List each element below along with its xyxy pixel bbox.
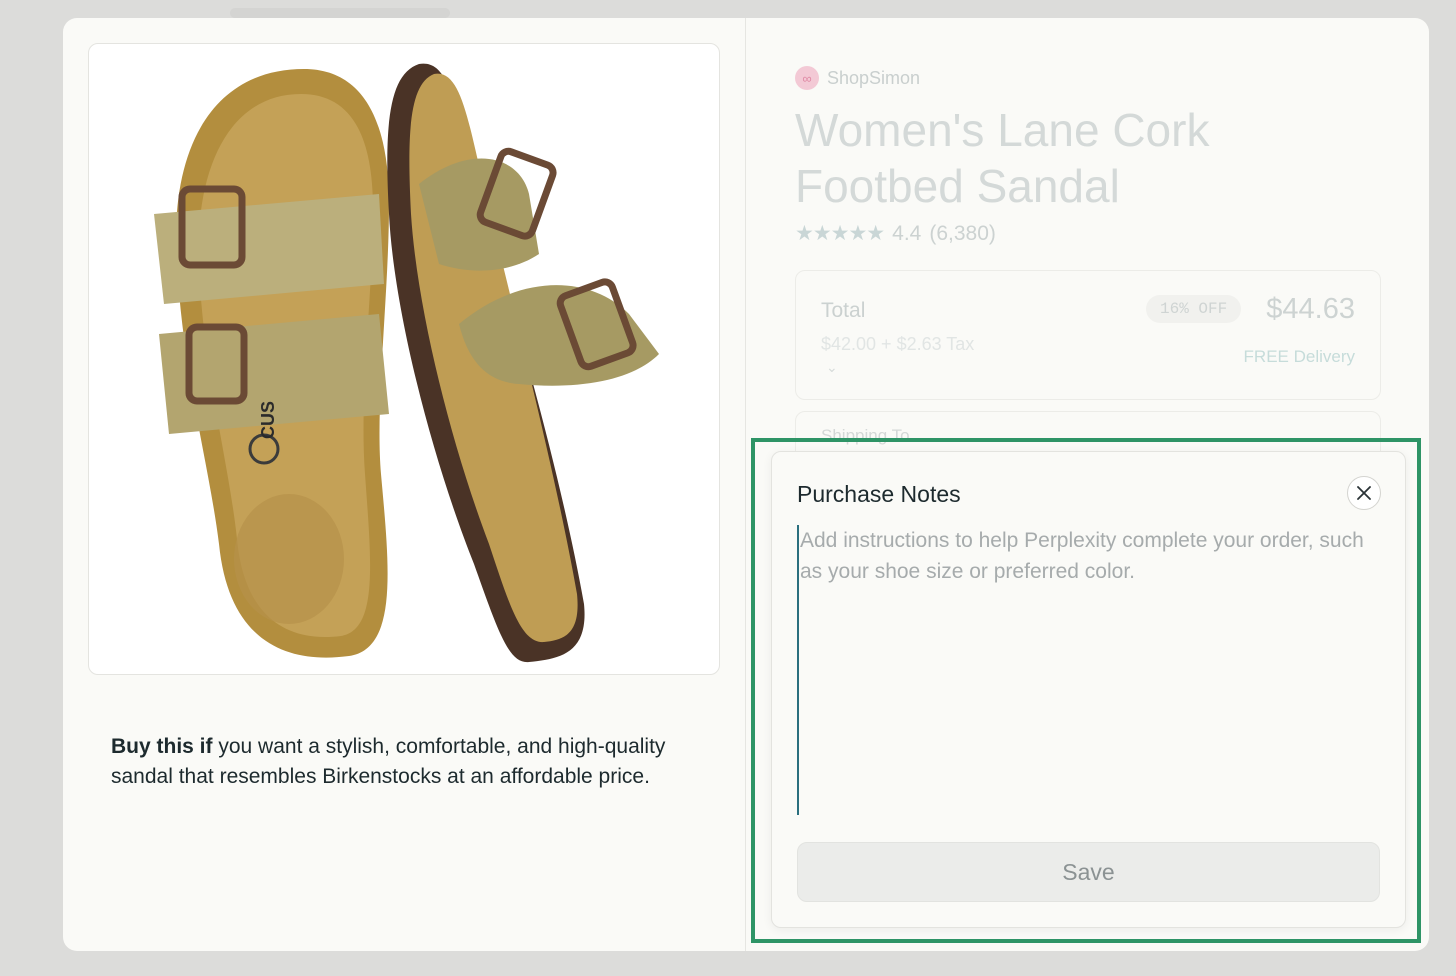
total-summary[interactable]: Total $42.00 + $2.63 Tax ⌄ 16% OFF $44.6… (795, 270, 1381, 400)
discount-badge: 16% OFF (1146, 295, 1242, 323)
total-label: Total (821, 299, 866, 322)
rating-value: 4.4 (892, 221, 922, 245)
chevron-down-icon[interactable]: ⌄ (826, 359, 838, 376)
delivery-info: FREE Delivery (1243, 347, 1355, 366)
retailer[interactable]: ∞ ShopSimon (795, 66, 920, 90)
close-button[interactable] (1347, 476, 1381, 510)
buy-this-if-blurb: Buy this if you want a stylish, comforta… (111, 732, 671, 792)
total-breakdown: $42.00 + $2.63 Tax (821, 334, 975, 354)
close-icon (1357, 486, 1371, 500)
right-sandal (387, 63, 659, 663)
product-rating[interactable]: ★★★★★ 4.4 (6,380) (795, 221, 996, 246)
product-title: Women's Lane Cork Footbed Sandal (795, 104, 1210, 212)
total-price: $44.63 (1266, 293, 1355, 325)
purchase-notes-input[interactable] (797, 525, 1370, 815)
purchase-notes-modal: Purchase Notes Save (771, 451, 1406, 928)
sandal-product-image: CUS (154, 63, 659, 663)
modal-title: Purchase Notes (797, 481, 961, 507)
product-image-frame: CUS (88, 43, 720, 675)
retailer-logo-icon: ∞ (795, 66, 819, 90)
svg-text:CUS: CUS (258, 401, 278, 439)
blurb-bold-lead: Buy this if (111, 735, 213, 758)
background-tab-shadow (230, 8, 450, 18)
save-button[interactable]: Save (797, 842, 1380, 902)
left-sandal: CUS (154, 69, 389, 658)
column-divider (745, 18, 746, 951)
review-count: (6,380) (929, 221, 996, 245)
retailer-name: ShopSimon (827, 67, 921, 88)
star-rating-icon: ★★★★★ (795, 222, 885, 245)
